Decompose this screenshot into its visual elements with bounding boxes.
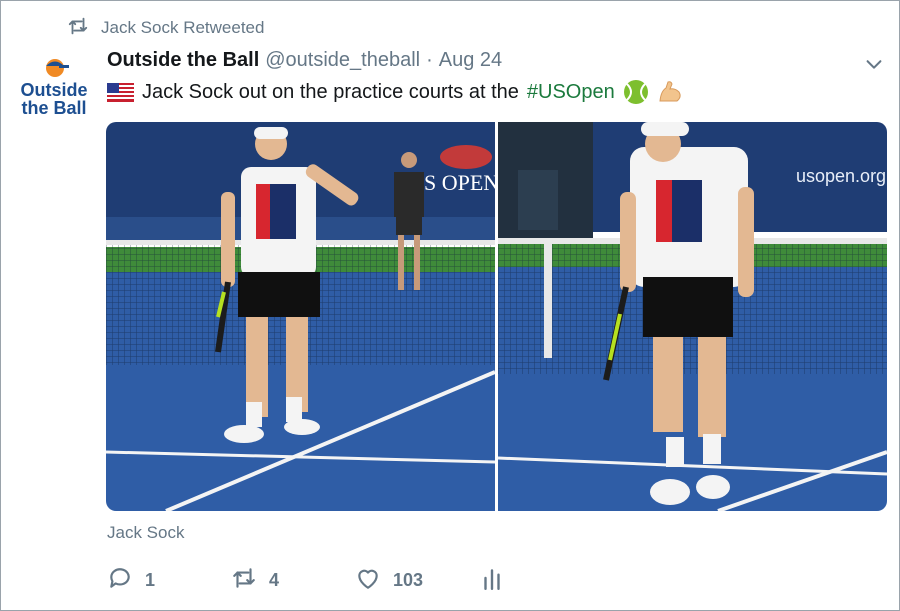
reply-count: 1 <box>145 569 156 590</box>
header-separator: · <box>426 49 433 71</box>
tennis-ball-icon <box>623 79 649 105</box>
tweet-header: Outside the Ball @outside_theball · Aug … <box>107 49 502 72</box>
reply-icon <box>107 565 133 596</box>
hashtag-link[interactable]: #USOpen <box>527 81 615 104</box>
retweet-label[interactable]: Jack Sock Retweeted <box>101 18 264 38</box>
tweet-text-body: Jack Sock out on the practice courts at … <box>142 80 519 103</box>
reply-button[interactable]: 1 <box>107 565 231 596</box>
like-button[interactable]: 103 <box>355 565 479 596</box>
avatar[interactable]: Outside the Ball <box>13 56 93 126</box>
avatar-line-1: Outside <box>20 80 87 100</box>
retweet-context: Jack Sock Retweeted <box>67 16 264 40</box>
chevron-down-icon[interactable] <box>863 53 885 75</box>
banner-text-left: S OPEN <box>424 170 495 195</box>
tweet-date[interactable]: Aug 24 <box>439 49 502 72</box>
us-flag-icon <box>107 82 134 102</box>
photo-left[interactable]: S OPEN <box>106 122 495 511</box>
photo-right[interactable]: usopen.org <box>498 122 887 511</box>
avatar-line-2: the Ball <box>21 98 86 118</box>
author-handle[interactable]: @outside_theball <box>265 49 420 72</box>
author-name[interactable]: Outside the Ball <box>107 49 259 72</box>
flexed-biceps-icon <box>657 79 683 105</box>
like-count: 103 <box>393 569 424 590</box>
analytics-icon <box>479 565 505 596</box>
banner-text-right: usopen.org <box>796 166 886 186</box>
retweet-button[interactable]: 4 <box>231 565 355 596</box>
tagged-user[interactable]: Jack Sock <box>107 523 184 543</box>
retweet-action-icon <box>231 565 257 596</box>
action-bar: 1 4 103 <box>107 565 505 595</box>
retweet-count: 4 <box>269 569 280 590</box>
heart-icon <box>355 565 381 596</box>
tweet-text: Jack Sock out on the practice courts at … <box>107 79 683 105</box>
retweet-icon <box>67 15 89 42</box>
analytics-button[interactable] <box>479 565 505 596</box>
media-grid[interactable]: S OPEN usopen.org <box>106 122 887 511</box>
